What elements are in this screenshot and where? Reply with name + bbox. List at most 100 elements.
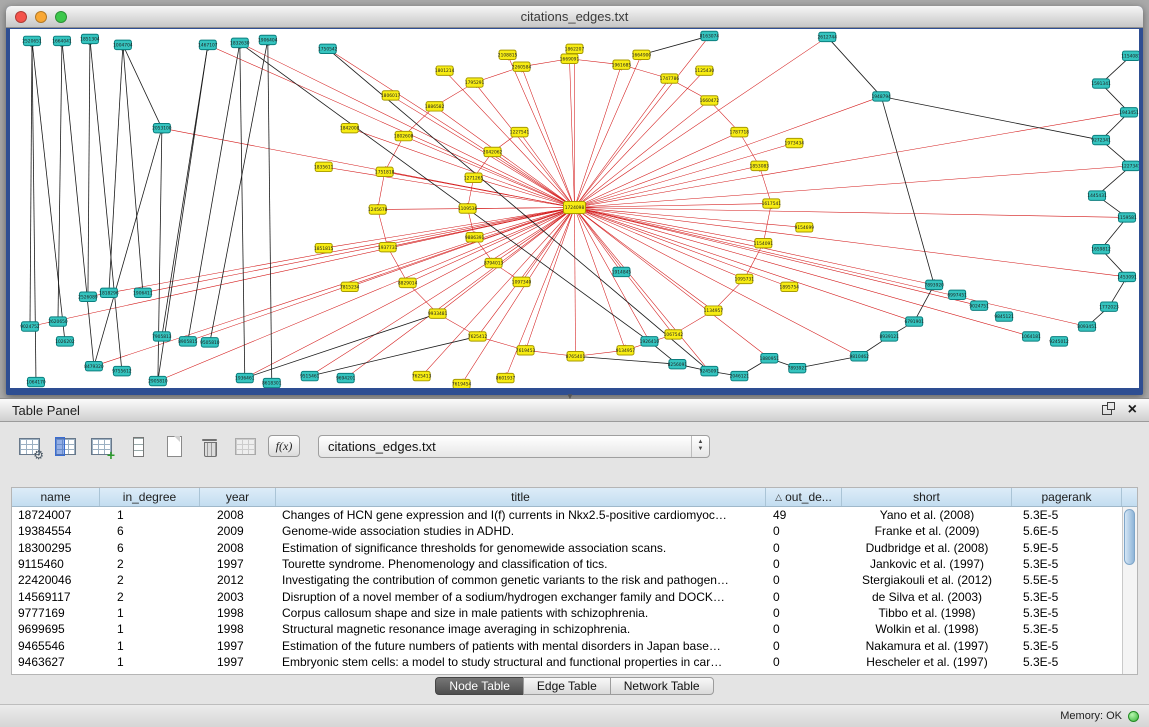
column-header-short[interactable]: short	[842, 488, 1012, 506]
graph-node[interactable]: 1271265	[464, 173, 484, 182]
graph-node[interactable]: 9024751	[969, 301, 989, 310]
graph-node[interactable]: 8601937	[496, 373, 516, 382]
graph-node[interactable]: 7815234	[340, 282, 360, 291]
graph-node[interactable]: 1806017	[381, 91, 401, 100]
graph-node[interactable]: 9886391	[465, 233, 485, 242]
graph-node[interactable]: 8618301	[262, 378, 282, 387]
table-row[interactable]: 2242004622012Investigating the contribut…	[12, 572, 1122, 588]
graph-node[interactable]: 1926410	[640, 337, 660, 346]
table-row[interactable]: 1938455462009Genome-wide association stu…	[12, 523, 1122, 539]
new-table-icon[interactable]	[160, 433, 186, 459]
graph-node[interactable]: 6791901	[904, 317, 924, 326]
table-row[interactable]: 977716911998Corpus callosum shape and si…	[12, 605, 1122, 621]
graph-node[interactable]: 2260584	[512, 62, 532, 71]
graph-node[interactable]: 1880951	[760, 354, 780, 363]
graph-node[interactable]: 1886582	[425, 102, 445, 111]
graph-node[interactable]: 1159581	[1117, 213, 1137, 222]
graph-node[interactable]: 1851304	[80, 34, 100, 43]
graph-node[interactable]: 9933481	[428, 309, 448, 318]
graph-node[interactable]: 9515461	[300, 371, 320, 380]
graph-node[interactable]: 1835611	[314, 162, 334, 171]
table-row[interactable]: 1872400712008Changes of HCN gene express…	[12, 507, 1122, 523]
table-row[interactable]: 969969511998Structural magnetic resonanc…	[12, 621, 1122, 637]
graph-node[interactable]: 1026202	[55, 337, 75, 346]
column-header-pagerank[interactable]: pagerank	[1012, 488, 1122, 506]
graph-node[interactable]: 1795291	[465, 78, 485, 87]
graph-node[interactable]: 1961685	[612, 60, 632, 69]
graph-node[interactable]: 1772023	[1099, 302, 1119, 311]
table-row[interactable]: 1830029562008Estimation of significance …	[12, 540, 1122, 556]
graph-node[interactable]: 9845121	[994, 312, 1014, 321]
graph-node[interactable]: 1724098	[564, 202, 586, 214]
column-header-out_de[interactable]: △out_de...	[766, 488, 842, 506]
close-button[interactable]	[15, 11, 27, 23]
graph-node[interactable]: 1802608	[394, 131, 414, 140]
graph-node[interactable]: 9154699	[795, 223, 815, 232]
graph-node[interactable]: 7625412	[468, 332, 488, 341]
graph-node[interactable]: 1125430	[695, 66, 715, 75]
graph-node[interactable]: 1973434	[785, 138, 805, 147]
graph-node[interactable]: 1664900	[632, 50, 652, 59]
graph-node[interactable]: 1751818	[375, 167, 395, 176]
graph-node[interactable]: 9272341	[1091, 135, 1111, 144]
graph-node[interactable]: 2108815	[498, 50, 518, 59]
graph-node[interactable]: 2053100	[152, 123, 172, 132]
graph-node[interactable]: 1453091	[1117, 272, 1137, 281]
select-columns-icon[interactable]	[52, 433, 78, 459]
row-cells-icon[interactable]	[124, 433, 150, 459]
graph-node[interactable]: 1832630	[230, 38, 250, 47]
graph-node[interactable]: 7619453	[516, 346, 536, 355]
table-settings-icon[interactable]: ⚙	[16, 433, 42, 459]
window-titlebar[interactable]: citations_edges.txt	[6, 6, 1143, 28]
tab-node-table[interactable]: Node Table	[435, 677, 523, 695]
vertical-scrollbar[interactable]	[1122, 507, 1137, 674]
function-builder-button[interactable]: f(x)	[268, 435, 300, 457]
graph-node[interactable]: 1851815	[314, 243, 334, 252]
graph-node[interactable]: 9755612	[112, 366, 132, 375]
graph-node[interactable]: 1747786	[660, 74, 680, 83]
graph-node[interactable]: 8765401	[566, 352, 586, 361]
tab-edge-table[interactable]: Edge Table	[523, 677, 610, 695]
splitter-handle-icon[interactable]: ▼	[566, 392, 574, 401]
graph-node[interactable]: 9134957	[616, 346, 636, 355]
graph-node[interactable]: 9245012	[1049, 337, 1069, 346]
table-row[interactable]: 946362711997Embryonic stem cells: a mode…	[12, 654, 1122, 670]
graph-node[interactable]: 1109536	[458, 204, 478, 213]
graph-node[interactable]: 1467107	[198, 40, 218, 49]
graph-node[interactable]: 1004704	[113, 40, 133, 49]
graph-node[interactable]: 8794013	[484, 258, 504, 267]
graph-node[interactable]: 8479320	[84, 361, 104, 370]
graph-node[interactable]: 8997451	[947, 290, 967, 299]
graph-node[interactable]: 9245091	[700, 366, 720, 375]
table-row[interactable]: 911546021997Tourette syndrome. Phenomeno…	[12, 556, 1122, 572]
column-header-year[interactable]: year	[200, 488, 276, 506]
graph-node[interactable]: 8829014	[398, 278, 418, 287]
graph-node[interactable]: 9024752	[20, 322, 40, 331]
graph-node[interactable]: 7625413	[412, 371, 432, 380]
close-panel-icon[interactable]: ×	[1128, 402, 1137, 418]
column-header-name[interactable]: name	[12, 488, 100, 506]
graph-node[interactable]: 7893921	[788, 363, 808, 372]
graph-node[interactable]: 8939121	[879, 332, 899, 341]
table-row[interactable]: 1456911722003Disruption of a novel membe…	[12, 588, 1122, 604]
graph-node[interactable]: 2620650	[48, 317, 68, 326]
graph-node[interactable]: 2526089	[78, 292, 98, 301]
graph-node[interactable]: 1097340	[512, 277, 532, 286]
graph-node[interactable]: 1227541	[510, 127, 530, 136]
graph-node[interactable]: 9505810	[200, 338, 220, 347]
tab-network-table[interactable]: Network Table	[610, 677, 714, 695]
graph-node[interactable]: 1064170	[26, 377, 46, 386]
graph-node[interactable]: 1591341	[1091, 79, 1111, 88]
table-selector-dropdown[interactable]: citations_edges.txt ▲ ▼	[318, 435, 710, 458]
graph-node[interactable]: 1154091	[754, 238, 774, 247]
graph-node[interactable]: 1617541	[762, 199, 782, 208]
graph-node[interactable]: 1067542	[664, 330, 684, 339]
graph-node[interactable]: 1064181	[1021, 332, 1041, 341]
graph-node[interactable]: 2905810	[148, 376, 168, 385]
graph-node[interactable]: 1801214	[435, 66, 455, 75]
network-canvas[interactable]: 1724098161754118530831787718166047217477…	[10, 29, 1139, 388]
import-table-icon[interactable]: +	[88, 433, 114, 459]
graph-node[interactable]: 1787718	[730, 127, 750, 136]
graph-node[interactable]: 1937731	[378, 242, 398, 251]
graph-node[interactable]: 1227341	[1121, 161, 1139, 170]
